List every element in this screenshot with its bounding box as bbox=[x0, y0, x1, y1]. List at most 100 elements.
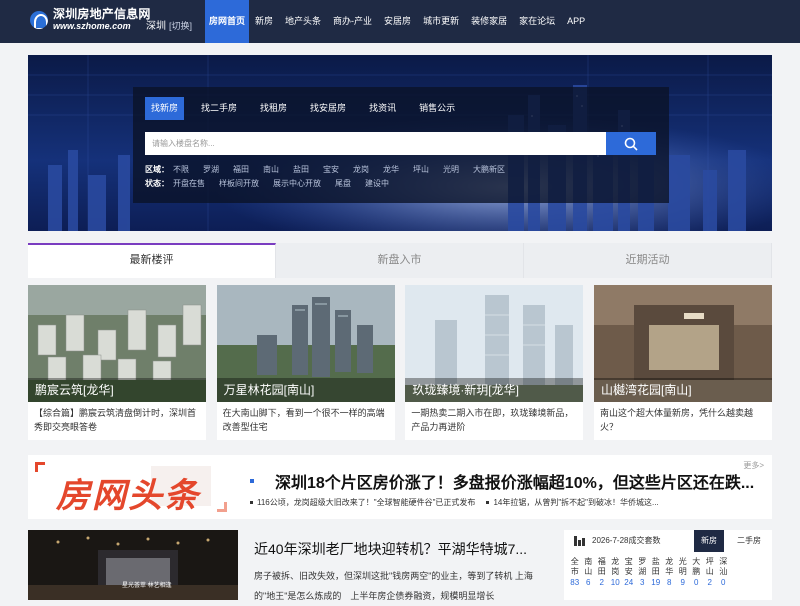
district-count: 24 bbox=[624, 578, 634, 587]
district-stat[interactable]: 坪山 2 bbox=[703, 557, 717, 588]
status-option[interactable]: 尾盘 bbox=[335, 178, 351, 189]
district-stat[interactable]: 罗湖 3 bbox=[636, 557, 650, 588]
district-stat[interactable]: 福田 2 bbox=[595, 557, 609, 588]
district-name: 福田 bbox=[597, 557, 606, 576]
district-count: 19 bbox=[651, 578, 661, 587]
sub-headline-link[interactable]: 116公顷，龙岗超级大旧改来了！"全球智能硬件谷"已正式发布 bbox=[257, 498, 475, 507]
sub-headline-link[interactable]: 14年拉锯，从曾判"拆不起"到破冰！华侨城这... bbox=[493, 498, 658, 507]
status-filter-label: 状态： bbox=[145, 179, 169, 188]
search-panel: 找新房 找二手房 找租房 找安居房 找资讯 销售公示 请输入楼盘名称... 区域… bbox=[133, 87, 669, 203]
search-tab-sales-notice[interactable]: 销售公示 bbox=[413, 97, 461, 120]
city-switch-link[interactable]: [切换] bbox=[169, 21, 192, 31]
transactions-date: 2026-7-28成交套数 bbox=[592, 536, 661, 545]
news-title[interactable]: 近40年深圳老厂地块迎转机？平湖华特城7... bbox=[254, 539, 527, 559]
property-cards: 鹏宸云筑[龙华] 【综合篇】鹏宸云筑清盘倒计时，深圳首秀即交亮眼答卷 万星林花园… bbox=[28, 285, 772, 440]
nav-home-decor[interactable]: 装修家居 bbox=[465, 0, 513, 43]
search-tab-new-home[interactable]: 找新房 bbox=[145, 97, 185, 120]
logo-icon bbox=[30, 10, 48, 29]
property-title: 万星林花园[南山] bbox=[216, 378, 395, 402]
district-transaction-list: 全市 83 南山6 福田2 龙岗 10 宝安 24 罗湖3 盐田 19 龙华8 光明9 … bbox=[568, 557, 730, 588]
property-description[interactable]: 【综合篇】鹏宸云筑清盘倒计时，深圳首秀即交亮眼答卷 bbox=[28, 402, 206, 440]
district-stat[interactable]: 全市 83 bbox=[568, 557, 582, 588]
area-option[interactable]: 龙岗 bbox=[353, 164, 369, 175]
area-option[interactable]: 福田 bbox=[233, 164, 249, 175]
area-option[interactable]: 大鹏新区 bbox=[473, 164, 505, 175]
site-logo[interactable]: 深圳房地产信息网 www.szhome.com bbox=[30, 8, 151, 31]
property-description[interactable]: 在大南山脚下，看到一个很不一样的高端改善型住宅 bbox=[217, 402, 395, 440]
area-option[interactable]: 盐田 bbox=[293, 164, 309, 175]
district-stat[interactable]: 龙岗 10 bbox=[609, 557, 623, 588]
transactions-header: 2026-7-28成交套数 新房 二手房 bbox=[564, 530, 772, 552]
search-tab-news[interactable]: 找资讯 bbox=[363, 97, 402, 120]
nav-app[interactable]: APP bbox=[561, 0, 591, 43]
district-count: 10 bbox=[610, 578, 620, 587]
headline-logo[interactable]: 房网头条 bbox=[31, 458, 241, 516]
area-option[interactable]: 光明 bbox=[443, 164, 459, 175]
nav-new-homes[interactable]: 新房 bbox=[249, 0, 279, 43]
search-button[interactable] bbox=[606, 132, 656, 155]
nav-forum[interactable]: 家在论坛 bbox=[513, 0, 561, 43]
district-count: 2 bbox=[599, 578, 604, 587]
nav-urban-renewal[interactable]: 城市更新 bbox=[417, 0, 465, 43]
status-option[interactable]: 开盘在售 bbox=[173, 178, 205, 189]
district-name: 坪山 bbox=[705, 557, 714, 576]
nav-headlines[interactable]: 地产头条 bbox=[279, 0, 327, 43]
nav-home[interactable]: 房网首页 bbox=[205, 0, 250, 43]
tab-second-hand-transactions[interactable]: 二手房 bbox=[730, 530, 768, 552]
top-navigation-bar: 深圳房地产信息网 www.szhome.com 深圳 [切换] 房网首页 新房 地… bbox=[0, 0, 800, 43]
news-summary[interactable]: 房子被拆、旧改失效，但深圳这批"钱房两空"的业主，等到了转机 上海的"地王"是怎… bbox=[254, 566, 554, 606]
area-option[interactable]: 罗湖 bbox=[203, 164, 219, 175]
area-option[interactable]: 龙华 bbox=[383, 164, 399, 175]
headline-title[interactable]: 深圳18个片区房价涨了！多盘报价涨幅超10%，但这些片区还在跌... bbox=[275, 469, 754, 493]
district-name: 龙岗 bbox=[611, 557, 620, 576]
headline-logo-text: 房网头条 bbox=[56, 477, 200, 515]
nav-commercial[interactable]: 商办-产业 bbox=[327, 0, 378, 43]
district-count: 83 bbox=[570, 578, 580, 587]
district-stat[interactable]: 深汕 0 bbox=[717, 557, 731, 588]
area-option[interactable]: 不限 bbox=[173, 164, 189, 175]
district-count: 2 bbox=[707, 578, 712, 587]
district-stat[interactable]: 龙华 8 bbox=[663, 557, 677, 588]
district-name: 盐田 bbox=[651, 557, 660, 576]
status-option[interactable]: 建设中 bbox=[365, 178, 389, 189]
nav-affordable-housing[interactable]: 安居房 bbox=[378, 0, 417, 43]
news-image[interactable]: 星光荟萃 林艺相逢 bbox=[28, 530, 238, 600]
tab-latest-reviews[interactable]: 最新楼评 bbox=[28, 243, 276, 278]
more-link[interactable]: 更多> bbox=[743, 460, 764, 471]
search-tab-affordable[interactable]: 找安居房 bbox=[304, 97, 352, 120]
property-card[interactable]: 万星林花园[南山] 在大南山脚下，看到一个很不一样的高端改善型住宅 bbox=[216, 285, 395, 440]
district-stat[interactable]: 盐田 19 bbox=[649, 557, 663, 588]
tab-new-listings[interactable]: 新盘入市 bbox=[276, 243, 524, 278]
district-name: 龙华 bbox=[665, 557, 674, 576]
city-name: 深圳 bbox=[146, 21, 166, 32]
area-filter-row: 区域： 不限 罗湖 福田 南山 盐田 宝安 龙岗 龙华 坪山 光明 大鹏新区 bbox=[145, 164, 519, 175]
area-filter-label: 区域： bbox=[145, 165, 169, 174]
city-selector[interactable]: 深圳 [切换] bbox=[146, 17, 192, 32]
search-input[interactable]: 请输入楼盘名称... bbox=[145, 132, 606, 155]
area-option[interactable]: 宝安 bbox=[323, 164, 339, 175]
search-tab-second-hand[interactable]: 找二手房 bbox=[195, 97, 243, 120]
property-title: 玖珑臻境·新玥[龙华] bbox=[405, 378, 584, 402]
property-card[interactable]: 玖珑臻境·新玥[龙华] 一期热卖二期入市在即，玖珑臻境新品，产品力再进阶 bbox=[405, 285, 584, 440]
status-option[interactable]: 样板间开放 bbox=[219, 178, 259, 189]
area-option[interactable]: 坪山 bbox=[413, 164, 429, 175]
district-count: 3 bbox=[640, 578, 645, 587]
district-stat[interactable]: 宝安 24 bbox=[622, 557, 636, 588]
property-card[interactable]: 山樾湾花园[南山] 南山这个超大体量新房，凭什么越卖越火？ bbox=[593, 285, 772, 440]
tab-recent-events[interactable]: 近期活动 bbox=[524, 243, 772, 278]
district-stat[interactable]: 南山 6 bbox=[582, 557, 596, 588]
district-stat[interactable]: 光明 9 bbox=[676, 557, 690, 588]
status-option[interactable]: 展示中心开放 bbox=[273, 178, 321, 189]
tab-new-homes-transactions[interactable]: 新房 bbox=[694, 530, 724, 552]
logo-url: www.szhome.com bbox=[53, 21, 131, 31]
property-description[interactable]: 一期热卖二期入市在即，玖珑臻境新品，产品力再进阶 bbox=[405, 402, 583, 440]
district-name: 罗湖 bbox=[638, 557, 647, 576]
district-name: 大鹏 bbox=[692, 557, 701, 576]
area-option[interactable]: 南山 bbox=[263, 164, 279, 175]
search-tab-rent[interactable]: 找租房 bbox=[254, 97, 293, 120]
property-description[interactable]: 南山这个超大体量新房，凭什么越卖越火？ bbox=[594, 402, 772, 440]
property-card[interactable]: 鹏宸云筑[龙华] 【综合篇】鹏宸云筑清盘倒计时，深圳首秀即交亮眼答卷 bbox=[28, 285, 206, 440]
district-stat[interactable]: 大鹏 0 bbox=[690, 557, 704, 588]
search-tabs: 找新房 找二手房 找租房 找安居房 找资讯 销售公示 bbox=[145, 97, 472, 120]
district-name: 光明 bbox=[678, 557, 687, 576]
